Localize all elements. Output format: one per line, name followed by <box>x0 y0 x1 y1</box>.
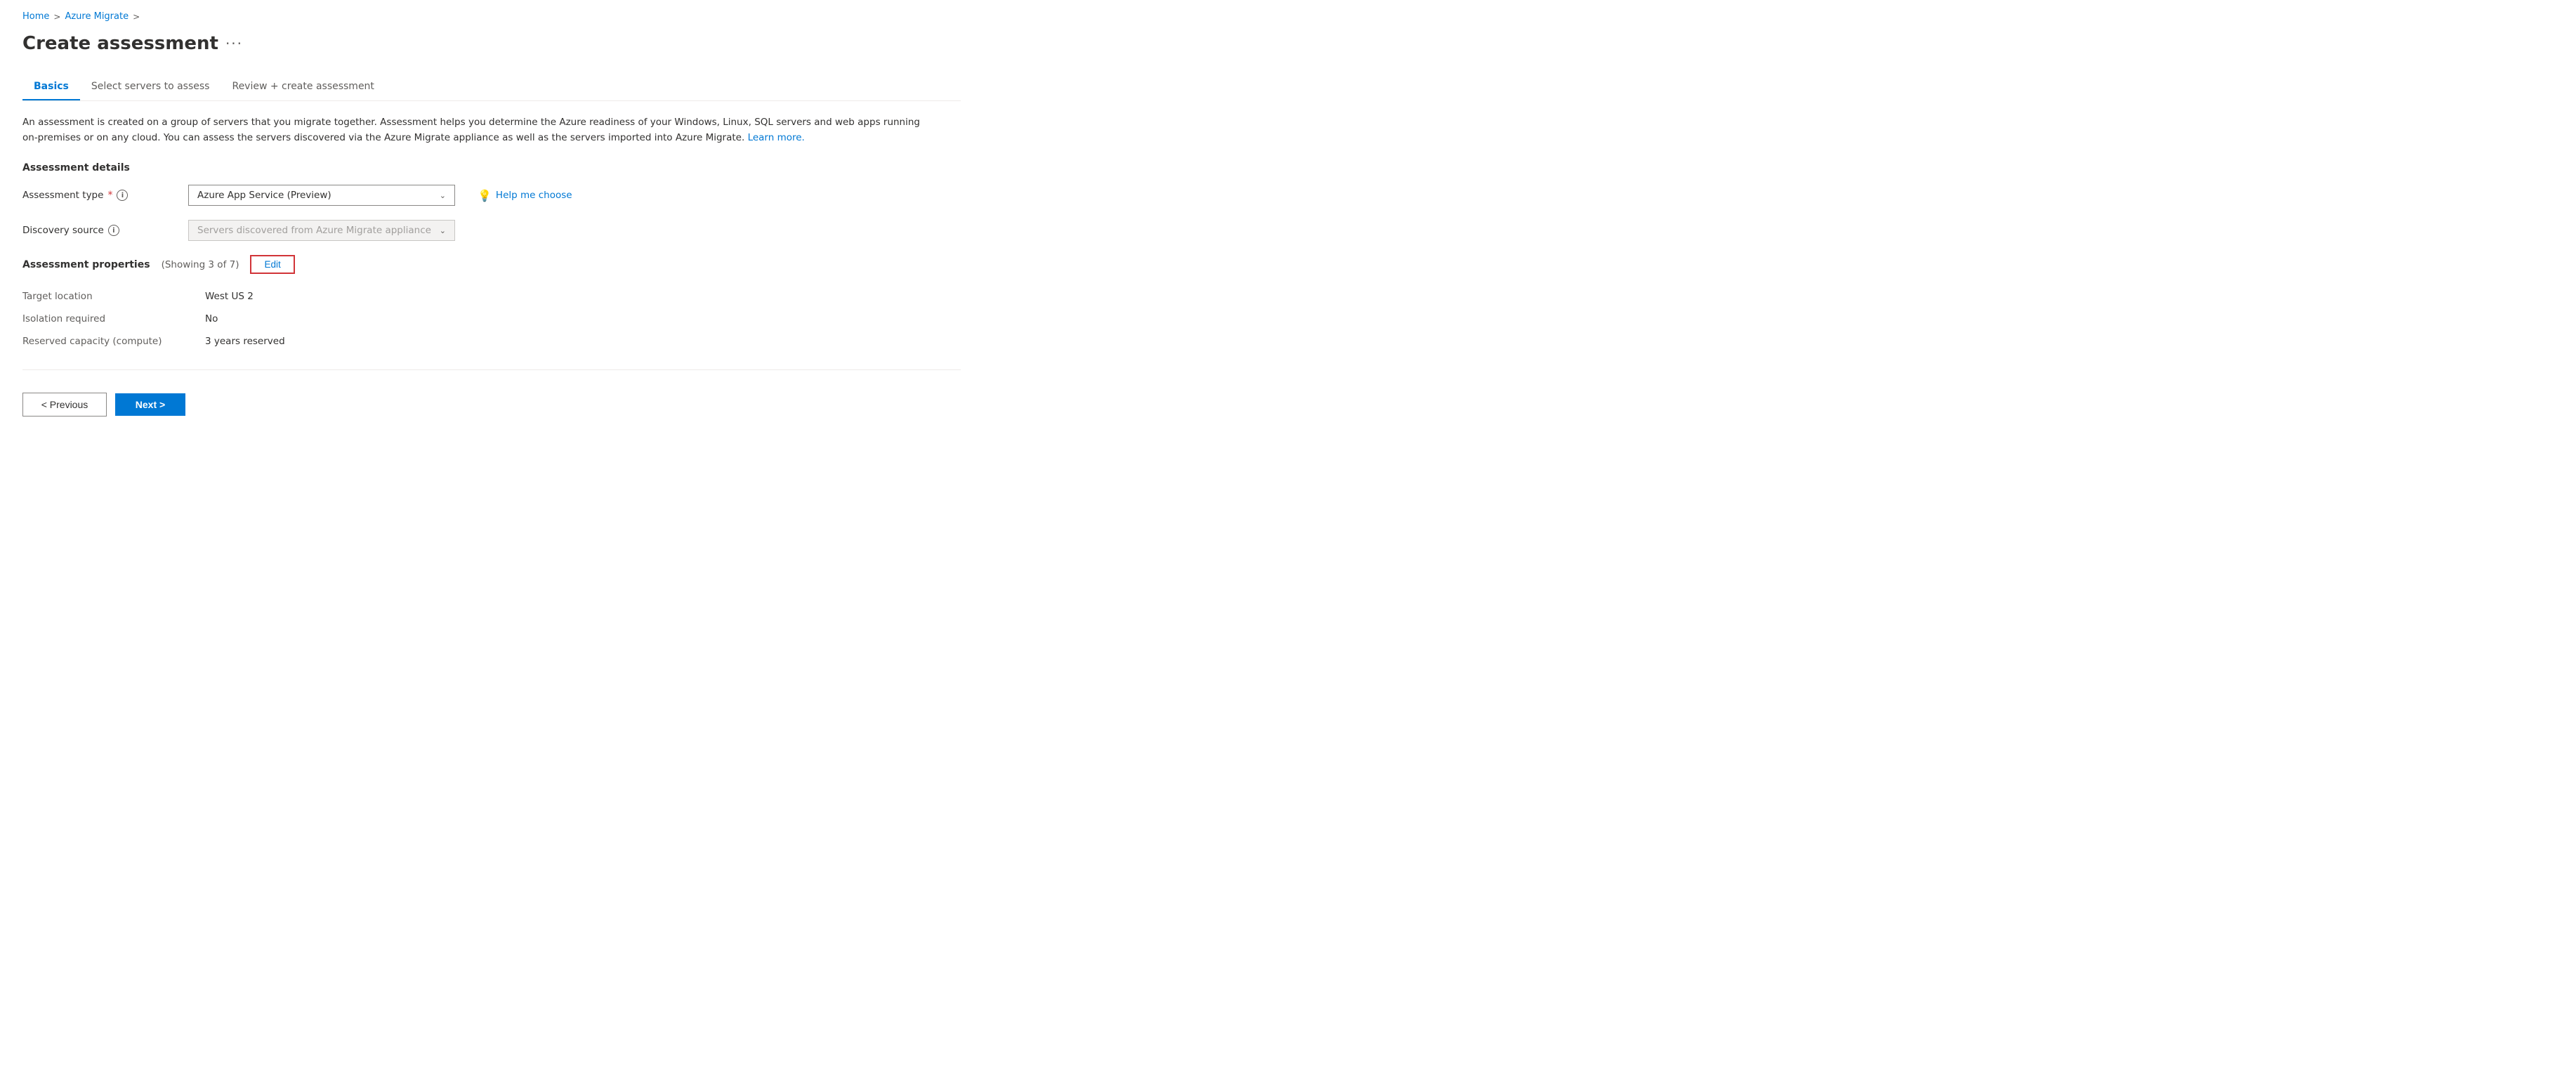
next-button[interactable]: Next > <box>115 393 185 416</box>
help-me-choose-link[interactable]: 💡 Help me choose <box>478 189 572 202</box>
discovery-source-label: Discovery source i <box>22 225 177 236</box>
discovery-source-row: Discovery source i Servers discovered fr… <box>22 220 961 241</box>
target-location-label: Target location <box>22 291 205 302</box>
learn-more-link[interactable]: Learn more. <box>748 132 805 143</box>
tabs-container: Basics Select servers to assess Review +… <box>22 74 961 101</box>
assessment-type-info-icon[interactable]: i <box>117 190 128 201</box>
assessment-properties-header: Assessment properties (Showing 3 of 7) E… <box>22 255 961 274</box>
property-row-target-location: Target location West US 2 <box>22 285 961 308</box>
isolation-value: No <box>205 313 218 324</box>
reserved-capacity-value: 3 years reserved <box>205 336 285 347</box>
assessment-type-chevron-icon: ⌄ <box>440 191 446 200</box>
target-location-value: West US 2 <box>205 291 254 302</box>
properties-list: Target location West US 2 Isolation requ… <box>22 285 961 353</box>
assessment-details-section: Assessment details Assessment type * i A… <box>22 162 961 241</box>
page-header: Create assessment ··· <box>22 33 961 54</box>
breadcrumb-azure-migrate[interactable]: Azure Migrate <box>65 11 129 22</box>
description-text: An assessment is created on a group of s… <box>22 115 935 145</box>
discovery-source-chevron-icon: ⌄ <box>440 226 446 235</box>
breadcrumb-home[interactable]: Home <box>22 11 49 22</box>
assessment-properties-section: Assessment properties (Showing 3 of 7) E… <box>22 255 961 353</box>
discovery-source-dropdown: Servers discovered from Azure Migrate ap… <box>188 220 455 241</box>
tab-basics[interactable]: Basics <box>22 74 80 100</box>
tab-select-servers[interactable]: Select servers to assess <box>80 74 221 100</box>
property-row-isolation: Isolation required No <box>22 308 961 330</box>
breadcrumb-sep1: > <box>53 12 60 22</box>
showing-count: (Showing 3 of 7) <box>162 259 239 270</box>
assessment-type-dropdown[interactable]: Azure App Service (Preview) ⌄ <box>188 185 455 206</box>
assessment-properties-title: Assessment properties <box>22 259 150 270</box>
previous-button[interactable]: < Previous <box>22 393 107 417</box>
tab-review-create[interactable]: Review + create assessment <box>221 74 385 100</box>
more-options-icon[interactable]: ··· <box>225 35 243 52</box>
assessment-type-label: Assessment type * i <box>22 190 177 201</box>
assessment-type-row: Assessment type * i Azure App Service (P… <box>22 185 961 206</box>
breadcrumb-sep2: > <box>133 12 140 22</box>
assessment-details-title: Assessment details <box>22 162 961 173</box>
discovery-source-info-icon[interactable]: i <box>108 225 119 236</box>
isolation-label: Isolation required <box>22 313 205 324</box>
property-row-reserved-capacity: Reserved capacity (compute) 3 years rese… <box>22 330 961 353</box>
breadcrumb: Home > Azure Migrate > <box>22 11 961 22</box>
page-title: Create assessment <box>22 33 218 54</box>
bottom-bar: < Previous Next > <box>22 381 961 428</box>
bulb-icon: 💡 <box>478 189 492 202</box>
reserved-capacity-label: Reserved capacity (compute) <box>22 336 205 347</box>
edit-button[interactable]: Edit <box>250 255 294 274</box>
divider <box>22 369 961 370</box>
required-indicator: * <box>107 190 112 201</box>
